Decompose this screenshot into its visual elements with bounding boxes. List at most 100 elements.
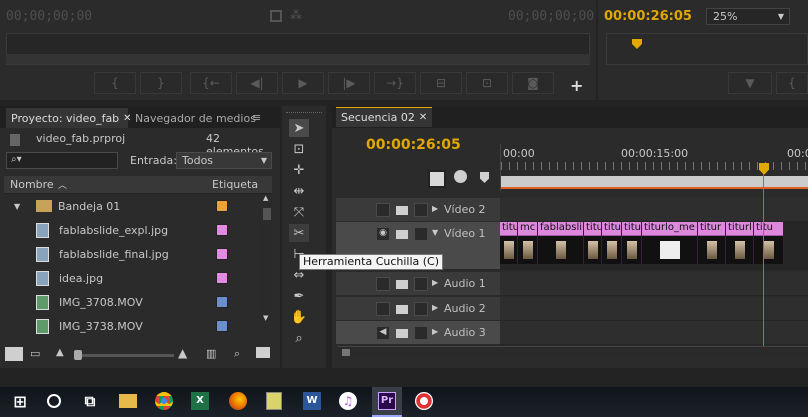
playhead-line[interactable] [763, 175, 764, 347]
tab-media-browser[interactable]: Navegador de medios [130, 108, 261, 128]
list-item[interactable]: fablabslide_expl.jpg [4, 218, 272, 242]
entrada-select[interactable]: Todos ▼ [176, 152, 272, 169]
track-select-tool-icon[interactable]: ⊡ [289, 140, 309, 158]
list-item[interactable]: idea.jpg [4, 266, 272, 290]
ripple-edit-tool-icon[interactable]: ✛ [289, 161, 309, 179]
lock-toggle[interactable] [414, 227, 428, 241]
program-scrub-bar[interactable] [606, 33, 808, 65]
list-view-icon[interactable] [5, 347, 23, 361]
lock-toggle[interactable] [414, 302, 428, 316]
list-item[interactable]: IMG_3708.MOV [4, 290, 272, 314]
hand-tool-icon[interactable]: ✋ [289, 308, 309, 326]
toggle-audio-icon[interactable] [376, 277, 390, 291]
mark-in-button[interactable]: { [94, 72, 136, 94]
go-to-in-button[interactable]: {← [190, 72, 232, 94]
expand-track-icon[interactable]: ▶ [432, 327, 438, 336]
windows-icon[interactable]: ⊞ [8, 389, 32, 413]
track-header[interactable]: ▶ Audio 1 [336, 272, 500, 296]
task-view-icon[interactable]: ⧉ [78, 389, 102, 413]
track-header[interactable]: ▶ Audio 2 [336, 297, 500, 321]
toggle-output-icon[interactable] [376, 203, 390, 217]
search-input[interactable]: ⌕▾ [6, 152, 118, 169]
expand-track-icon[interactable]: ▶ [432, 303, 438, 312]
word-icon[interactable]: W [300, 389, 324, 413]
icon-view-icon[interactable]: ▭ [30, 347, 40, 360]
sync-lock-icon[interactable] [396, 280, 408, 289]
excel-icon[interactable]: X [188, 389, 212, 413]
track-lane[interactable] [500, 198, 808, 222]
expand-icon[interactable]: ▼ [14, 202, 20, 211]
timeline-scrollbar[interactable] [338, 346, 808, 358]
timeline-clip[interactable]: fablabsli [538, 222, 584, 264]
panel-menu-icon[interactable]: ≡ [252, 111, 261, 124]
timeline-clip[interactable]: mc [518, 222, 538, 264]
razor-tool-icon[interactable]: ✂ [289, 224, 309, 242]
toggle-audio-icon[interactable]: ◀ [376, 326, 390, 340]
timeline-clip[interactable]: titurl [726, 222, 754, 264]
work-area-bar[interactable] [501, 176, 808, 189]
program-timecode[interactable]: 00:00:26:05 [604, 9, 692, 24]
export-frame-button[interactable]: ◙ [512, 72, 554, 94]
notepad-icon[interactable] [262, 389, 286, 413]
label-color-swatch[interactable] [216, 272, 228, 284]
zoom-in-icon[interactable]: ▲ [178, 346, 187, 360]
source-timecode-left[interactable]: 00;00;00;00 [6, 9, 92, 24]
track-lane[interactable] [500, 272, 808, 296]
source-timecode-right[interactable]: 00;00;00;00 [508, 9, 594, 24]
program-mark-in-button[interactable]: { [776, 72, 808, 94]
timeline-clip[interactable]: titu [500, 222, 518, 264]
tab-sequence[interactable]: Secuencia 02 ✕ [336, 107, 433, 127]
expand-track-icon[interactable]: ▶ [432, 278, 438, 287]
label-color-swatch[interactable] [216, 320, 228, 332]
add-marker-icon[interactable] [454, 170, 467, 183]
slider-handle[interactable] [74, 350, 82, 360]
playhead-handle-icon[interactable] [759, 163, 769, 175]
list-item[interactable]: ▼ Bandeja 01 [4, 194, 272, 218]
timeline-clip[interactable]: titu [602, 222, 622, 264]
col-name[interactable]: Nombre [10, 178, 54, 191]
track-header[interactable]: ▶ Vídeo 2 [336, 198, 500, 222]
new-bin-icon[interactable] [256, 347, 270, 358]
label-color-swatch[interactable] [216, 296, 228, 308]
sequence-timecode[interactable]: 00:00:26:05 [366, 137, 461, 153]
sync-lock-icon[interactable] [396, 230, 408, 239]
firefox-icon[interactable] [226, 389, 250, 413]
pen-tool-icon[interactable]: ✒ [289, 287, 309, 305]
step-back-button[interactable]: ◀| [236, 72, 278, 94]
step-forward-button[interactable]: |▶ [328, 72, 370, 94]
premiere-icon[interactable]: Pr [372, 387, 402, 417]
zoom-select[interactable]: 25% ▼ [706, 8, 790, 25]
expand-track-icon[interactable]: ▶ [432, 204, 438, 213]
track-lane[interactable] [500, 321, 808, 345]
program-marker-button[interactable]: ▼ [728, 72, 772, 94]
marker-icon[interactable] [480, 172, 489, 183]
play-button[interactable]: ▶ [282, 72, 324, 94]
find-icon[interactable]: ⌕ [234, 347, 240, 361]
add-button-icon[interactable]: + [570, 76, 583, 95]
itunes-icon[interactable]: ♫ [336, 389, 360, 413]
go-to-out-button[interactable]: →} [374, 72, 416, 94]
tab-project[interactable]: Proyecto: video_fab ✕ [6, 108, 132, 128]
timeline-clip[interactable]: titu [584, 222, 602, 264]
list-item[interactable]: IMG_3738.MOV [4, 314, 272, 338]
film-icon[interactable] [270, 10, 282, 22]
lock-toggle[interactable] [414, 277, 428, 291]
selection-tool-icon[interactable]: ➤ [289, 119, 309, 137]
zoom-out-icon[interactable]: ▲ [56, 347, 64, 358]
label-color-swatch[interactable] [216, 200, 228, 212]
snap-icon[interactable] [428, 170, 446, 188]
toggle-output-icon[interactable]: ◉ [376, 227, 390, 241]
photo-app-icon[interactable] [412, 389, 436, 413]
label-color-swatch[interactable] [216, 248, 228, 260]
timeline-clip[interactable]: titu [622, 222, 642, 264]
cortana-icon[interactable] [42, 389, 66, 413]
col-label[interactable]: Etiqueta [212, 178, 258, 191]
track-header[interactable]: ◀ ▶ Audio 3 [336, 321, 500, 345]
sync-lock-icon[interactable] [396, 329, 408, 338]
lock-toggle[interactable] [414, 203, 428, 217]
zoom-tool-icon[interactable]: ⌕ [289, 329, 309, 347]
audio-wave-icon[interactable]: ⁂ [290, 8, 302, 22]
sync-lock-icon[interactable] [396, 305, 408, 314]
time-ruler[interactable]: 00:00 00:00:15:00 00:00:3 [500, 144, 808, 191]
close-icon[interactable]: ✕ [419, 112, 427, 123]
